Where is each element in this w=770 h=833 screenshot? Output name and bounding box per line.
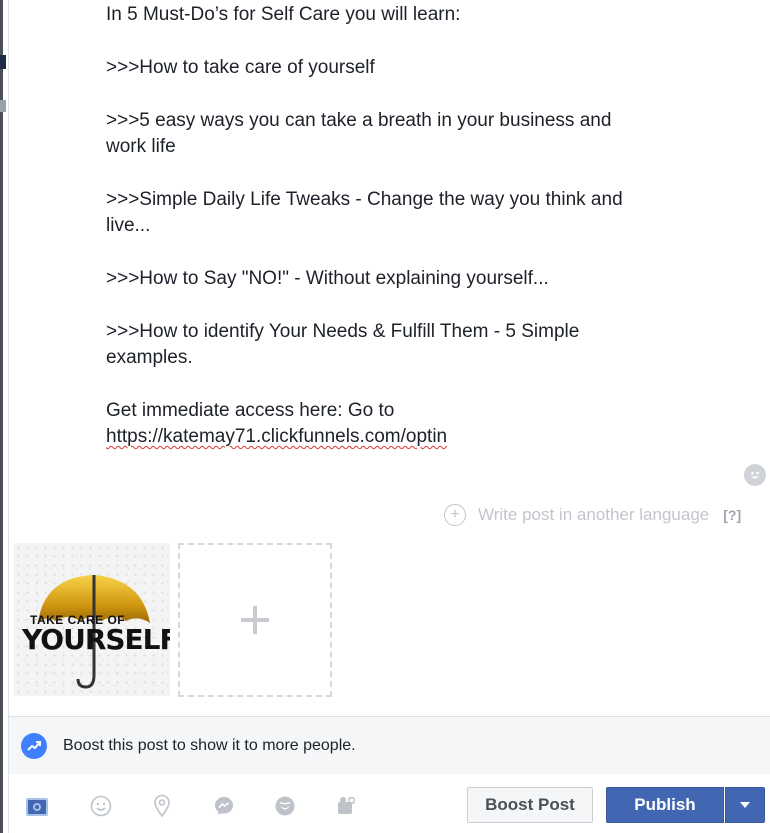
- photo-icon[interactable]: [25, 794, 49, 818]
- boost-suggestion-bar[interactable]: Boost this post to show it to more peopl…: [9, 716, 770, 775]
- location-icon[interactable]: [150, 794, 174, 818]
- thumbnail-caption-large: YOURSELF: [22, 623, 170, 656]
- messenger-icon[interactable]: [212, 794, 236, 818]
- write-in-another-language[interactable]: + Write post in another language [?]: [444, 504, 741, 526]
- window-left-edge: [0, 0, 3, 833]
- post-bullet-1: >>>How to take care of yourself: [106, 57, 375, 78]
- attached-photo-thumbnail[interactable]: TAKE CARE OF YOURSELF: [14, 543, 170, 696]
- add-photo-button[interactable]: [178, 543, 332, 697]
- post-bullet-2-cont: work life: [106, 136, 176, 157]
- post-bullet-3: >>>Simple Daily Life Tweaks - Change the…: [106, 189, 623, 210]
- boost-suggestion-text: Boost this post to show it to more peopl…: [63, 736, 356, 754]
- help-link[interactable]: [?]: [723, 507, 741, 523]
- boost-post-button[interactable]: Boost Post: [467, 787, 593, 823]
- sticker-icon[interactable]: [273, 794, 297, 818]
- window-edge-mark: [0, 55, 6, 69]
- post-bullet-5: >>>How to identify Your Needs & Fulfill …: [106, 321, 580, 342]
- trending-up-icon: [21, 732, 47, 759]
- post-link[interactable]: https://katemay71.clickfunnels.com/optin: [106, 426, 447, 447]
- plus-circle-icon: +: [444, 504, 466, 526]
- post-intro: In 5 Must-Do’s for Self Care you will le…: [106, 4, 461, 25]
- publish-button[interactable]: Publish: [606, 787, 724, 823]
- post-bullet-4: >>>How to Say "NO!" - Without explaining…: [106, 268, 549, 289]
- post-bullet-3-cont: live...: [106, 215, 151, 236]
- plus-icon: [241, 606, 269, 634]
- publish-options-button[interactable]: [725, 787, 765, 823]
- post-bullet-2: >>>5 easy ways you can take a breath in …: [106, 110, 612, 131]
- emoji-icon[interactable]: [89, 794, 113, 818]
- post-text-area[interactable]: In 5 Must-Do’s for Self Care you will le…: [106, 2, 726, 450]
- tag-icon[interactable]: [334, 794, 358, 818]
- emoji-picker-icon[interactable]: [744, 464, 766, 486]
- post-bullet-5-cont: examples.: [106, 347, 193, 368]
- post-cta: Get immediate access here: Go to: [106, 400, 395, 421]
- chevron-down-icon: [740, 802, 750, 808]
- language-label: Write post in another language: [478, 505, 710, 524]
- window-edge-mark: [0, 100, 6, 112]
